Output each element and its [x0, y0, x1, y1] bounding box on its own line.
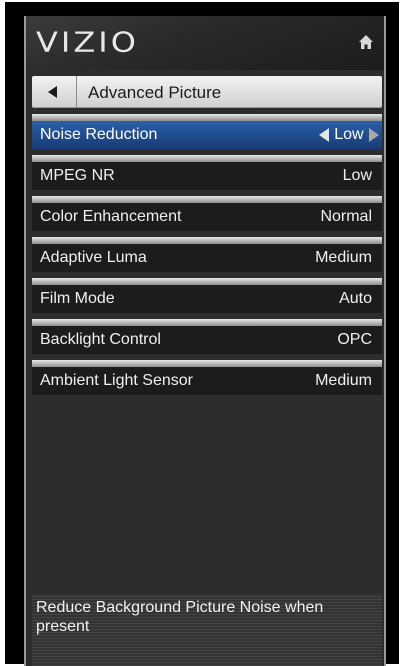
setting-value: Medium	[315, 372, 372, 389]
menu-header: VIZIO	[26, 16, 384, 70]
row-divider	[32, 114, 382, 121]
setting-row-adaptive-luma[interactable]: Adaptive Luma Medium	[32, 244, 382, 272]
home-icon[interactable]	[358, 34, 374, 50]
row-divider	[32, 196, 382, 203]
setting-label: Noise Reduction	[40, 126, 158, 143]
setting-value: OPC	[337, 331, 372, 348]
row-divider	[32, 278, 382, 285]
triangle-left-icon[interactable]	[318, 128, 330, 142]
menu-title: Advanced Picture	[88, 83, 222, 102]
setting-value: Auto	[339, 290, 372, 307]
triangle-right-icon[interactable]	[368, 128, 380, 142]
setting-label: Color Enhancement	[40, 208, 182, 225]
setting-value-selector[interactable]: Low	[318, 121, 380, 149]
help-description: Reduce Background Picture Noise when pre…	[32, 594, 382, 666]
setting-value: Normal	[320, 208, 372, 225]
breadcrumb-bar: Advanced Picture	[32, 76, 382, 108]
setting-row-color-enhancement[interactable]: Color Enhancement Normal	[32, 203, 382, 231]
vizio-logo: VIZIO	[36, 26, 139, 59]
menu-panel: VIZIO Advanced Picture Noise Reduction L…	[24, 16, 386, 666]
setting-row-ambient-light-sensor[interactable]: Ambient Light Sensor Medium	[32, 367, 382, 395]
setting-value: Low	[334, 126, 364, 143]
setting-row-noise-reduction[interactable]: Noise Reduction Low	[32, 121, 382, 149]
setting-row-backlight-control[interactable]: Backlight Control OPC	[32, 326, 382, 354]
setting-label: Ambient Light Sensor	[40, 372, 193, 389]
setting-label: Film Mode	[40, 290, 115, 307]
row-divider	[32, 319, 382, 326]
setting-label: Backlight Control	[40, 331, 161, 348]
row-divider	[32, 237, 382, 244]
setting-value: Medium	[315, 249, 372, 266]
setting-label: MPEG NR	[40, 167, 115, 184]
setting-label: Adaptive Luma	[40, 249, 147, 266]
setting-row-film-mode[interactable]: Film Mode Auto	[32, 285, 382, 313]
row-divider	[32, 360, 382, 367]
setting-row-mpeg-nr[interactable]: MPEG NR Low	[32, 162, 382, 190]
back-button[interactable]	[32, 76, 77, 108]
row-divider	[32, 155, 382, 162]
setting-value: Low	[342, 167, 372, 184]
triangle-left-icon	[48, 86, 57, 98]
